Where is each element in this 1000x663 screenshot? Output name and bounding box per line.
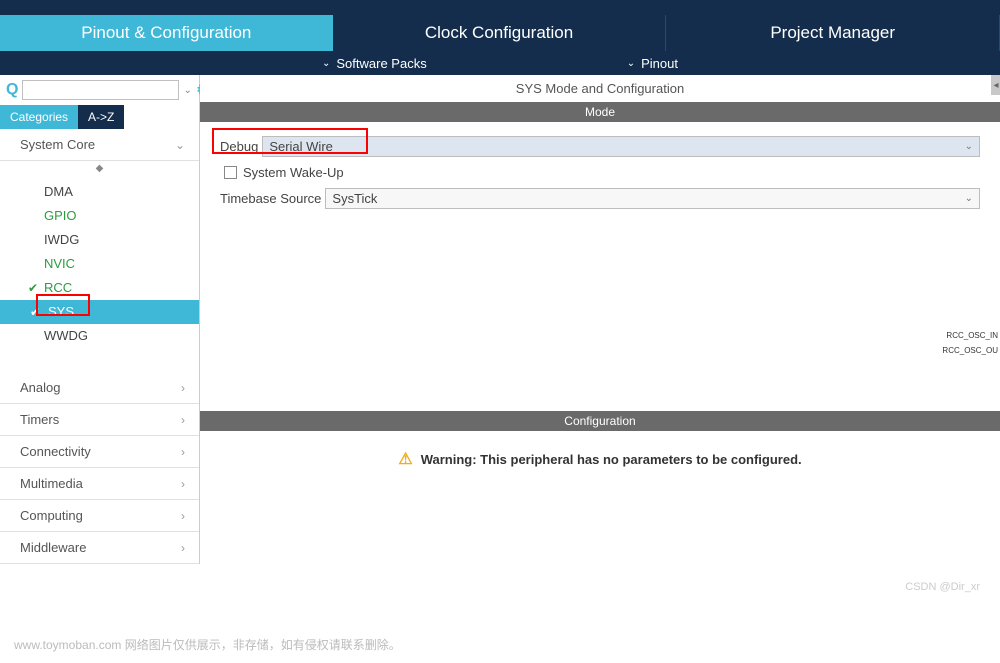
category-system-core[interactable]: System Core ⌄ xyxy=(0,129,199,161)
chevron-down-icon: ⌄ xyxy=(175,138,185,152)
sidebar-item-dma[interactable]: DMA xyxy=(0,180,199,204)
collapse-handle[interactable]: ◂ xyxy=(991,75,1000,95)
search-icon[interactable]: Q xyxy=(6,81,18,99)
sidebar: Q ⌄ ⚙ Categories A->Z System Core ⌄ ◆ DM… xyxy=(0,75,200,564)
chevron-down-icon: ⌄ xyxy=(965,193,973,204)
category-timers[interactable]: Timers › xyxy=(0,404,199,436)
warning-icon: ⚠ xyxy=(398,449,412,469)
main-panel: ◂ SYS Mode and Configuration Mode Debug … xyxy=(200,75,1000,564)
chevron-right-icon: › xyxy=(181,509,185,523)
timebase-label: Timebase Source xyxy=(220,191,325,206)
sidebar-item-nvic[interactable]: NVIC xyxy=(0,252,199,276)
mode-header: Mode xyxy=(200,102,1000,122)
tab-clock-config[interactable]: Clock Configuration xyxy=(333,15,667,51)
pinout-labels: RCC_OSC_IN RCC_OSC_OU xyxy=(830,325,1000,361)
category-analog[interactable]: Analog › xyxy=(0,372,199,404)
chevron-right-icon: › xyxy=(181,413,185,427)
chevron-right-icon: › xyxy=(181,541,185,555)
chevron-down-icon: ⌄ xyxy=(965,141,973,152)
debug-select[interactable]: Serial Wire ⌄ xyxy=(262,136,980,157)
category-multimedia[interactable]: Multimedia › xyxy=(0,468,199,500)
category-connectivity[interactable]: Connectivity › xyxy=(0,436,199,468)
search-dropdown-caret[interactable]: ⌄ xyxy=(183,85,191,96)
category-computing[interactable]: Computing › xyxy=(0,500,199,532)
chevron-down-icon: ⌄ xyxy=(627,58,635,69)
tab-az[interactable]: A->Z xyxy=(78,105,124,129)
sidebar-item-gpio[interactable]: GPIO xyxy=(0,204,199,228)
chevron-right-icon: › xyxy=(181,477,185,491)
sub-toolbar: ⌄ Software Packs ⌄ Pinout xyxy=(0,51,1000,75)
footer-watermark: www.toymoban.com 网络图片仅供展示，非存储，如有侵权请联系删除。 xyxy=(14,636,401,653)
chevron-down-icon: ⌄ xyxy=(322,58,330,69)
warning-message: ⚠ Warning: This peripheral has no parame… xyxy=(200,431,1000,487)
wakeup-label: System Wake-Up xyxy=(243,165,344,180)
config-header: Configuration xyxy=(200,411,1000,431)
sort-icon[interactable]: ◆ xyxy=(0,161,199,176)
wakeup-checkbox[interactable] xyxy=(224,166,237,179)
tab-categories[interactable]: Categories xyxy=(0,105,78,129)
pinout-dropdown[interactable]: ⌄ Pinout xyxy=(627,56,678,71)
sidebar-item-rcc[interactable]: RCC xyxy=(0,276,199,300)
tab-project-manager[interactable]: Project Manager xyxy=(666,15,1000,51)
sidebar-item-sys[interactable]: SYS xyxy=(0,300,199,324)
main-tabs: Pinout & Configuration Clock Configurati… xyxy=(0,15,1000,51)
search-input[interactable] xyxy=(22,80,179,100)
tab-pinout-config[interactable]: Pinout & Configuration xyxy=(0,15,333,51)
debug-label: Debug xyxy=(220,139,262,154)
sidebar-item-wwdg[interactable]: WWDG xyxy=(0,324,199,348)
category-middleware[interactable]: Middleware › xyxy=(0,532,199,564)
software-packs-dropdown[interactable]: ⌄ Software Packs xyxy=(322,56,427,71)
chevron-right-icon: › xyxy=(181,381,185,395)
chevron-right-icon: › xyxy=(181,445,185,459)
timebase-select[interactable]: SysTick ⌄ xyxy=(325,188,980,209)
panel-title: SYS Mode and Configuration xyxy=(200,75,1000,102)
attribution: CSDN @Dir_xr xyxy=(905,581,980,593)
sidebar-item-iwdg[interactable]: IWDG xyxy=(0,228,199,252)
